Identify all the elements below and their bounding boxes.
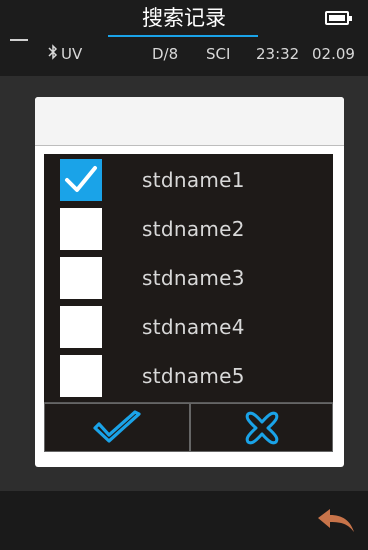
cancel-button[interactable] [190, 403, 333, 452]
checkmark-icon [93, 409, 141, 443]
checkbox[interactable] [60, 306, 102, 348]
checkbox[interactable] [60, 355, 102, 397]
list-item[interactable]: stdname5 [44, 352, 333, 400]
checkbox[interactable] [60, 159, 102, 201]
confirm-button[interactable] [44, 403, 190, 452]
cross-icon [245, 411, 278, 444]
dialog-header [35, 97, 344, 146]
item-label: stdname4 [142, 315, 245, 339]
list-item[interactable]: stdname3 [44, 254, 333, 302]
list-item[interactable]: stdname1 [44, 156, 333, 204]
page-title: 搜索记录 [142, 6, 226, 30]
checkbox[interactable] [60, 208, 102, 250]
clock-time: 23:32 [256, 45, 300, 63]
clock-date: 02.09 [312, 45, 355, 63]
top-bar: 搜索记录 UV D/8 SCI 23:32 02.09 [0, 0, 368, 76]
back-button[interactable] [316, 506, 356, 534]
back-arrow-icon [318, 509, 354, 532]
checkbox[interactable] [60, 257, 102, 299]
battery-full-icon [325, 11, 352, 25]
list-item[interactable]: stdname4 [44, 303, 333, 351]
record-list: stdname1 stdname2 stdname3 stdname4 stdn… [44, 154, 333, 402]
uv-indicator: UV [61, 45, 83, 63]
title-underline [108, 35, 258, 37]
item-label: stdname2 [142, 217, 245, 241]
header-divider [10, 39, 28, 41]
item-label: stdname5 [142, 364, 245, 388]
bottom-bar [0, 491, 368, 550]
list-item[interactable]: stdname2 [44, 205, 333, 253]
mode-indicator: SCI [206, 45, 231, 63]
item-label: stdname3 [142, 266, 245, 290]
bluetooth-icon [48, 44, 58, 65]
dialog-actions [44, 402, 333, 452]
item-label: stdname1 [142, 168, 245, 192]
geometry-indicator: D/8 [152, 45, 179, 63]
